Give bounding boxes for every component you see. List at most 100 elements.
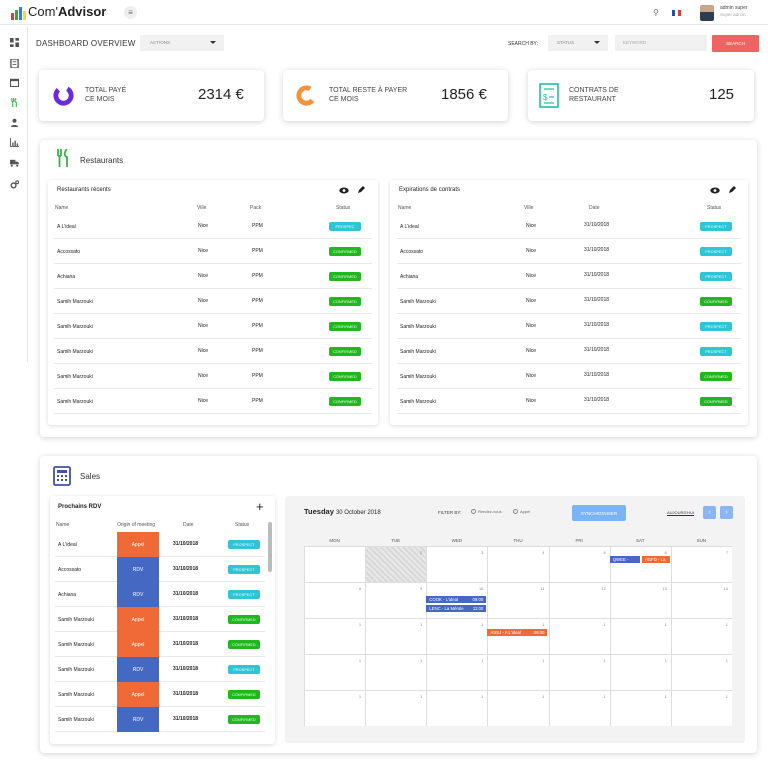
- table-row[interactable]: A L'ideal Appel 31/10/2018 PROSPECT: [55, 532, 265, 557]
- edit-icon[interactable]: [357, 186, 365, 194]
- col-header-origin[interactable]: Origin of meeting: [117, 522, 155, 528]
- document-icon[interactable]: [9, 58, 19, 68]
- calendar-day[interactable]: 12: [548, 582, 610, 618]
- table-row[interactable]: Samih Marzouki RDV 31/10/2018 CONFIRMED: [55, 707, 265, 732]
- table-row[interactable]: Samih Marzouki Nice PPM CONFIRMED: [54, 389, 372, 414]
- table-row[interactable]: Samih Marzouki RDV 31/10/2018 PROSPECT: [55, 657, 265, 682]
- dashboard-icon[interactable]: [9, 37, 19, 47]
- search-icon[interactable]: ⚲: [653, 8, 659, 17]
- col-header-status[interactable]: Status: [235, 522, 249, 528]
- calendar-day[interactable]: 1: [609, 690, 671, 726]
- col-header-date[interactable]: Date: [183, 522, 194, 528]
- settings-icon[interactable]: [9, 179, 19, 189]
- edit-icon[interactable]: [728, 186, 736, 194]
- app-logo[interactable]: Com'Advisor: [11, 4, 106, 20]
- table-row[interactable]: Samih Marzouki Nice 31/10/2018 PROSPECT: [397, 314, 741, 339]
- calendar-day[interactable]: 1: [365, 618, 427, 654]
- col-header-status[interactable]: Status: [707, 205, 721, 211]
- chevron-left-icon[interactable]: ‹: [703, 506, 716, 519]
- calendar-day[interactable]: 1: [426, 654, 488, 690]
- col-header-name[interactable]: Name: [398, 205, 411, 211]
- col-header-status[interactable]: Status: [336, 205, 350, 211]
- col-header-ville[interactable]: Ville: [197, 205, 206, 211]
- table-row[interactable]: Samih Marzouki Nice PPM CONFIRMED: [54, 289, 372, 314]
- table-row[interactable]: Accossato RDV 31/10/2018 PROSPECT: [55, 557, 265, 582]
- table-row[interactable]: A L'ideal Nice 31/10/2018 PROSPECT: [397, 214, 741, 239]
- table-row[interactable]: Samih Marzouki Appel 31/10/2018 CONFIRMED: [55, 682, 265, 707]
- filter-option-rendezvous[interactable]: Rendez-vous: [471, 509, 502, 514]
- user-name[interactable]: admin super: [720, 5, 748, 11]
- calendar-day[interactable]: 1: [426, 690, 488, 726]
- calendar-day[interactable]: [304, 546, 366, 582]
- table-row[interactable]: Samih Marzouki Nice PPM CONFIRMED: [54, 364, 372, 389]
- calendar-day[interactable]: 1: [304, 654, 366, 690]
- calendar-day[interactable]: 3: [426, 546, 488, 582]
- table-row[interactable]: Accossato Nice 31/10/2018 PROSPECT: [397, 239, 741, 264]
- eye-icon[interactable]: [710, 187, 720, 194]
- calendar-day[interactable]: 1: [365, 690, 427, 726]
- calendar-day[interactable]: 1: [426, 618, 488, 654]
- calendar-day[interactable]: 13: [609, 582, 671, 618]
- calendar-event[interactable]: COOK - L'ideal 09:00: [426, 596, 487, 603]
- sync-button[interactable]: SYNCHRONISER: [572, 505, 626, 521]
- calendar-icon[interactable]: [9, 77, 19, 87]
- calendar-day[interactable]: 1: [548, 618, 610, 654]
- calendar-day[interactable]: 1: [304, 690, 366, 726]
- calendar-day[interactable]: 7: [670, 546, 732, 582]
- calendar-day[interactable]: 1: [670, 690, 732, 726]
- calendar-day[interactable]: 1: [548, 690, 610, 726]
- today-link[interactable]: AUJOURD'HUI: [667, 510, 694, 515]
- calendar-day[interactable]: 1: [670, 618, 732, 654]
- table-row[interactable]: Samih Marzouki Nice PPM CONFIRMED: [54, 339, 372, 364]
- col-header-ville[interactable]: Ville: [524, 205, 533, 211]
- table-row[interactable]: A L'ideal Nice PPM PROSPEC: [54, 214, 372, 239]
- calendar-day[interactable]: 1: [548, 654, 610, 690]
- filter-option-appel[interactable]: Appel: [513, 509, 530, 514]
- table-row[interactable]: Samih Marzouki Appel 31/10/2018 CONFIRMED: [55, 607, 265, 632]
- avatar[interactable]: [700, 5, 714, 21]
- chart-icon[interactable]: [9, 137, 19, 147]
- calendar-day[interactable]: 4: [487, 546, 549, 582]
- table-row[interactable]: Accossato Nice PPM CONFIRMED: [54, 239, 372, 264]
- calendar-event[interactable]: LENC - La Mérule 11:00: [426, 605, 487, 612]
- eye-icon[interactable]: [339, 187, 349, 194]
- table-row[interactable]: Achiana Nice 31/10/2018 PROSPECT: [397, 264, 741, 289]
- calendar-day[interactable]: 1: [487, 618, 549, 654]
- calendar-day[interactable]: 14: [670, 582, 732, 618]
- table-row[interactable]: Samih Marzouki Nice PPM CONFIRMED: [54, 314, 372, 339]
- status-dropdown[interactable]: STATUS: [548, 35, 608, 51]
- table-row[interactable]: Achiana RDV 31/10/2018 PROSPECT: [55, 582, 265, 607]
- language-flag-icon[interactable]: [672, 10, 681, 16]
- calendar-day[interactable]: 1: [609, 618, 671, 654]
- col-header-pack[interactable]: Pack: [250, 205, 261, 211]
- calendar-day[interactable]: 1: [304, 618, 366, 654]
- restaurant-icon[interactable]: [9, 97, 19, 107]
- calendar-day[interactable]: 9: [365, 582, 427, 618]
- calendar-day[interactable]: 1: [487, 654, 549, 690]
- calendar-event[interactable]: HGFD - La: [641, 556, 670, 563]
- truck-icon[interactable]: [9, 157, 19, 167]
- col-header-date[interactable]: Date: [589, 205, 600, 211]
- table-row[interactable]: Samih Marzouki Nice 31/10/2018 CONFIRMED: [397, 289, 741, 314]
- table-row[interactable]: Achiana Nice PPM CONFIRMED: [54, 264, 372, 289]
- keyword-input[interactable]: KEYWORD: [615, 35, 707, 51]
- scrollbar[interactable]: [268, 522, 272, 572]
- menu-toggle-icon[interactable]: ≡: [124, 6, 137, 19]
- calendar-day[interactable]: 1: [670, 654, 732, 690]
- col-header-name[interactable]: Name: [56, 522, 69, 528]
- table-row[interactable]: Samih Marzouki Appel 31/10/2018 CONFIRMED: [55, 632, 265, 657]
- table-row[interactable]: Samih Marzouki Nice 31/10/2018 CONFIRMED: [397, 364, 741, 389]
- calendar-day[interactable]: 1: [609, 654, 671, 690]
- calendar-day[interactable]: 8: [304, 582, 366, 618]
- table-row[interactable]: Samih Marzouki Nice 31/10/2018 CONFIRMED: [397, 389, 741, 414]
- table-row[interactable]: Samih Marzouki Nice 31/10/2018 PROSPECT: [397, 339, 741, 364]
- calendar-event[interactable]: QWEE -: [609, 556, 640, 563]
- search-button[interactable]: SEARCH: [712, 35, 759, 52]
- calendar-day[interactable]: 2: [365, 546, 427, 582]
- calendar-day[interactable]: 1: [365, 654, 427, 690]
- actions-dropdown[interactable]: ACTIONS: [140, 35, 224, 51]
- chevron-right-icon[interactable]: ›: [720, 506, 733, 519]
- calendar-day[interactable]: 5: [548, 546, 610, 582]
- calendar-event[interactable]: ASSJ - A L'ideal 09:00: [487, 629, 548, 636]
- calendar-day[interactable]: 11: [487, 582, 549, 618]
